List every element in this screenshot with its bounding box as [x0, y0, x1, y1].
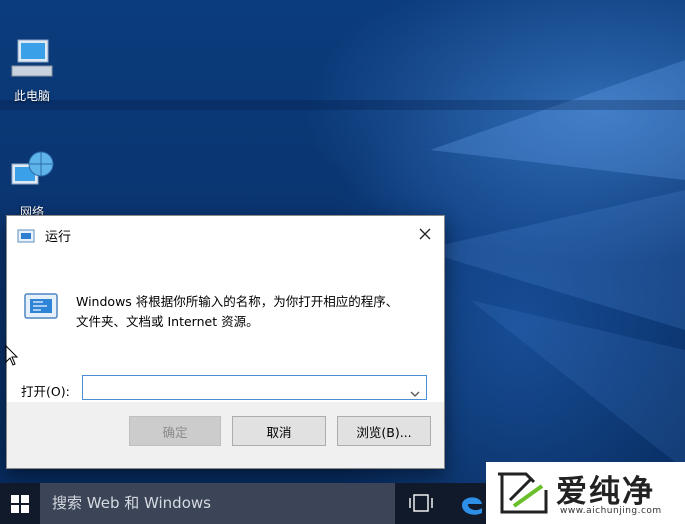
run-dialog: 运行 Windows 将根据你所输入的名称，为你打开相应的程序、 文件夹、文档或… [6, 215, 445, 469]
description-line: Windows 将根据你所输入的名称，为你打开相应的程序、 [76, 294, 399, 309]
computer-icon [11, 39, 53, 77]
dialog-body: Windows 将根据你所输入的名称，为你打开相应的程序、 文件夹、文档或 In… [7, 252, 444, 402]
watermark-url: www.aichunjing.com [560, 506, 662, 516]
start-button[interactable] [0, 483, 40, 524]
chevron-down-icon [410, 391, 420, 397]
dropdown-button[interactable] [410, 383, 420, 402]
desktop-icon-network[interactable]: 网络 [2, 150, 62, 220]
close-button[interactable] [414, 224, 436, 244]
watermark-text: 爱纯净 [556, 474, 655, 510]
edge-browser-button[interactable] [458, 489, 486, 521]
open-combobox[interactable] [82, 375, 427, 400]
watermark-logo: 爱纯净 www.aichunjing.com [486, 462, 685, 524]
cancel-button[interactable]: 取消 [232, 416, 326, 446]
edge-icon [462, 497, 482, 515]
network-icon [11, 151, 54, 185]
description-line: 文件夹、文档或 Internet 资源。 [76, 314, 259, 329]
run-icon [19, 288, 63, 328]
taskbar-search-box[interactable]: 搜索 Web 和 Windows [40, 483, 395, 524]
dialog-description: Windows 将根据你所输入的名称，为你打开相应的程序、 文件夹、文档或 In… [76, 292, 416, 332]
windows-logo-icon [11, 494, 29, 513]
desktop-icon-this-pc[interactable]: 此电脑 [2, 36, 62, 104]
open-label: 打开(O): [21, 384, 70, 399]
watermark-logo-icon [498, 472, 548, 514]
browse-button[interactable]: 浏览(B)... [337, 416, 431, 446]
dialog-titlebar[interactable]: 运行 [7, 216, 444, 252]
close-icon [419, 228, 431, 240]
task-view-icon [409, 494, 433, 512]
dialog-title: 运行 [45, 230, 72, 245]
mouse-cursor-icon [5, 345, 19, 366]
ok-button[interactable]: 确定 [129, 416, 221, 446]
run-small-icon [17, 228, 35, 247]
desktop-icon-label: 此电脑 [13, 89, 50, 103]
task-view-button[interactable] [408, 493, 434, 517]
